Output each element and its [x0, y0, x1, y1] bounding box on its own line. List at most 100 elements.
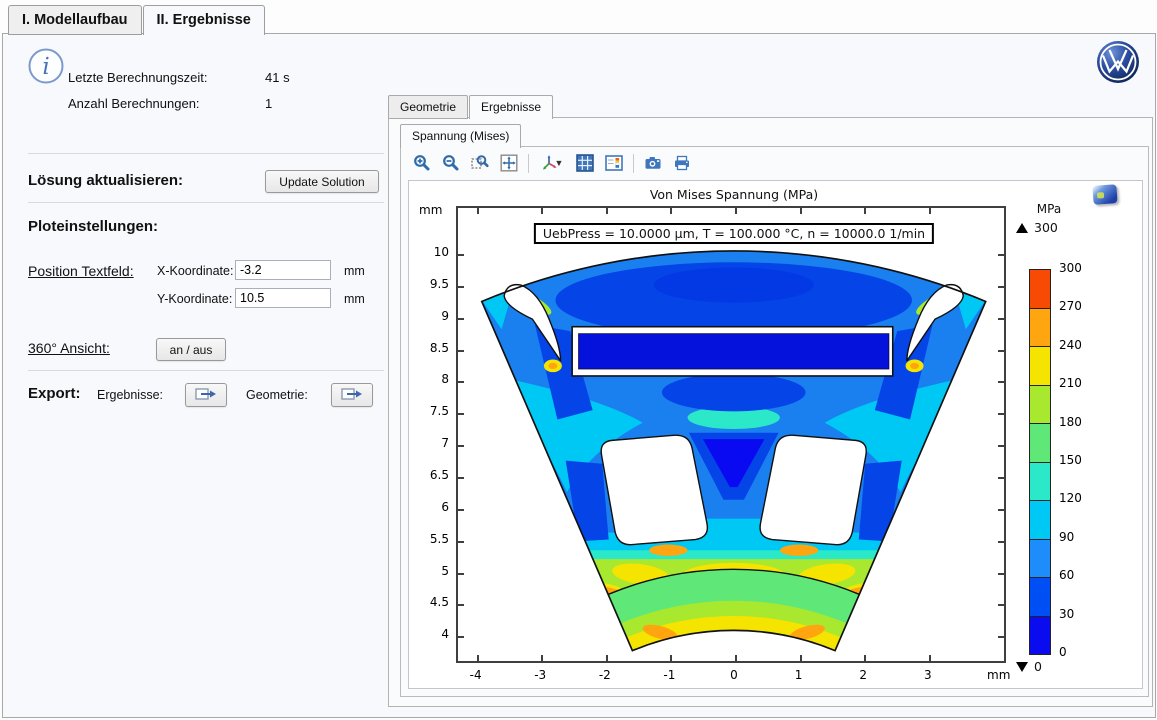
- colorbar: [1029, 269, 1051, 655]
- y-tick-mark: [458, 604, 464, 606]
- y-tick-label: 6.5: [409, 468, 449, 482]
- vw-logo: [1096, 40, 1140, 84]
- colorbar-tick-label: 240: [1059, 338, 1082, 352]
- zoom-out-icon[interactable]: [441, 153, 461, 173]
- y-tick-mark: [998, 636, 1004, 638]
- zoom-box-icon[interactable]: [470, 153, 490, 173]
- y-tick-mark: [458, 350, 464, 352]
- colorbar-segment: [1030, 270, 1050, 309]
- colorbar-segment: [1030, 617, 1050, 655]
- colorbar-segment: [1030, 540, 1050, 579]
- export-geometry-label: Geometrie:: [246, 388, 308, 402]
- export-icon: [341, 387, 363, 404]
- y-tick-mark: [458, 381, 464, 383]
- x-tick-mark: [735, 208, 737, 214]
- zoom-extents-icon[interactable]: [499, 153, 519, 173]
- x-tick-mark: [864, 655, 866, 661]
- colorbar-segment: [1030, 463, 1050, 502]
- viewer-tabstrip: Geometrie Ergebnisse: [388, 95, 554, 119]
- color-legend-icon[interactable]: [604, 153, 624, 173]
- view-360-label: 360° Ansicht:: [28, 340, 110, 356]
- tab-spannung-mises[interactable]: Spannung (Mises): [400, 124, 521, 148]
- tab-geometrie[interactable]: Geometrie: [388, 95, 468, 119]
- snapshot-camera-icon[interactable]: [643, 153, 663, 173]
- tab-ergebnisse-viewer[interactable]: Ergebnisse: [469, 95, 553, 119]
- y-coordinate-input[interactable]: [235, 288, 331, 308]
- computation-count-value: 1: [265, 96, 272, 111]
- y-tick-mark: [998, 381, 1004, 383]
- plot-thumbnail-icon[interactable]: [1092, 184, 1117, 205]
- y-coordinate-label: Y-Koordinate:: [157, 292, 232, 306]
- x-tick-mark: [929, 655, 931, 661]
- print-icon[interactable]: [672, 153, 692, 173]
- colorbar-tick-label: 30: [1059, 607, 1074, 621]
- divider: [28, 202, 384, 203]
- x-tick-label: 1: [784, 668, 814, 682]
- y-tick-mark: [458, 286, 464, 288]
- y-tick-mark: [458, 445, 464, 447]
- main-tabstrip: I. Modellaufbau II. Ergebnisse: [8, 5, 266, 35]
- x-tick-label: -2: [590, 668, 620, 682]
- svg-text:i: i: [42, 54, 49, 80]
- y-tick-mark: [998, 286, 1004, 288]
- plot-tabstrip: Spannung (Mises): [400, 124, 522, 148]
- colorbar-segment: [1030, 347, 1050, 386]
- y-tick-label: 4: [409, 627, 449, 641]
- grid-icon[interactable]: [575, 153, 595, 173]
- plot-settings-heading: Ploteinstellungen:: [28, 218, 158, 235]
- x-coordinate-input[interactable]: [235, 260, 331, 280]
- tab-ergebnisse[interactable]: II. Ergebnisse: [143, 5, 265, 35]
- colorbar-under-min: 0: [1016, 659, 1042, 674]
- x-tick-mark: [800, 655, 802, 661]
- y-tick-mark: [998, 604, 1004, 606]
- view-360-toggle-button[interactable]: an / aus: [156, 338, 226, 361]
- zoom-in-icon[interactable]: [412, 153, 432, 173]
- x-tick-label: 3: [913, 668, 943, 682]
- colorbar-max-label: 300: [1034, 220, 1058, 235]
- plot-canvas[interactable]: Von Mises Spannung (MPa) mm: [408, 180, 1143, 689]
- x-tick-label: 0: [719, 668, 749, 682]
- export-geometry-button[interactable]: [331, 383, 373, 407]
- over-max-arrow-icon: [1016, 223, 1028, 233]
- plot-title: Von Mises Spannung (MPa): [650, 187, 818, 202]
- tab-modellaufbau[interactable]: I. Modellaufbau: [8, 5, 142, 35]
- export-heading: Export:: [28, 385, 81, 402]
- x-tick-mark: [800, 208, 802, 214]
- y-tick-mark: [458, 573, 464, 575]
- y-tick-label: 10: [409, 245, 449, 259]
- x-tick-mark: [477, 208, 479, 214]
- colorbar-unit-label: MPa: [1021, 202, 1077, 216]
- y-tick-mark: [998, 254, 1004, 256]
- colorbar-tick-label: 150: [1059, 453, 1082, 467]
- info-icon: i: [27, 47, 65, 90]
- update-solution-button[interactable]: Update Solution: [265, 170, 379, 193]
- plot-annotation: UebPress = 10.0000 μm, T = 100.000 °C, n…: [534, 223, 934, 244]
- colorbar-tick-label: 90: [1059, 530, 1074, 544]
- last-computation-label: Letzte Berechnungszeit:: [68, 70, 207, 85]
- y-tick-mark: [458, 318, 464, 320]
- export-icon: [195, 387, 217, 404]
- toolbar-separator: [633, 154, 634, 173]
- y-tick-label: 5.5: [409, 532, 449, 546]
- colorbar-segment: [1030, 309, 1050, 348]
- x-tick-label: -1: [654, 668, 684, 682]
- y-tick-label: 4.5: [409, 595, 449, 609]
- y-tick-mark: [998, 318, 1004, 320]
- computation-count-label: Anzahl Berechnungen:: [68, 96, 200, 111]
- y-tick-mark: [458, 477, 464, 479]
- axis-orientation-icon[interactable]: ▼: [538, 153, 566, 173]
- colorbar-segment: [1030, 386, 1050, 425]
- stress-plot-svg: [458, 208, 1004, 661]
- export-results-label: Ergebnisse:: [97, 388, 163, 402]
- y-tick-label: 9.5: [409, 277, 449, 291]
- export-results-button[interactable]: [185, 383, 227, 407]
- under-min-arrow-icon: [1016, 662, 1028, 672]
- colorbar-over-max: 300: [1016, 220, 1058, 235]
- y-tick-label: 6: [409, 500, 449, 514]
- colorbar-segment: [1030, 578, 1050, 617]
- colorbar-ticks: 0306090120150180210240270300: [1059, 269, 1099, 653]
- x-tick-label: 2: [848, 668, 878, 682]
- divider: [28, 370, 384, 371]
- y-tick-mark: [998, 413, 1004, 415]
- y-tick-mark: [998, 477, 1004, 479]
